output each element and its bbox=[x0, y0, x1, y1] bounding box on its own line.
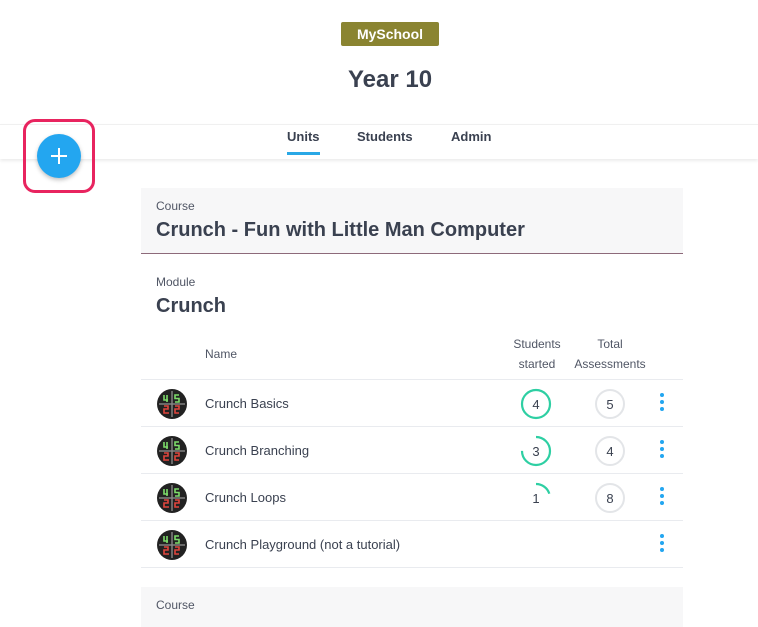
more-options-icon[interactable] bbox=[658, 487, 666, 509]
unit-name[interactable]: Crunch Basics bbox=[205, 396, 289, 411]
column-header-total-assessments-line2: Assessments bbox=[574, 357, 646, 371]
total-assessments-count: 8 bbox=[606, 490, 614, 506]
table-row[interactable]: Crunch Playground (not a tutorial) bbox=[141, 521, 683, 567]
module-label: Module bbox=[156, 275, 196, 289]
students-started-indicator: 3 bbox=[519, 434, 553, 468]
students-started-indicator: 1 bbox=[519, 481, 553, 515]
table-row[interactable]: Crunch Basics 4 5 bbox=[141, 380, 683, 426]
crunch-logo-icon bbox=[157, 436, 187, 466]
total-assessments-indicator: 8 bbox=[593, 481, 627, 515]
crunch-logo-icon bbox=[157, 483, 187, 513]
school-badge: MySchool bbox=[341, 22, 439, 46]
next-course-card: Course bbox=[141, 587, 683, 627]
tab-students[interactable]: Students bbox=[357, 129, 413, 152]
total-assessments-count: 5 bbox=[606, 396, 614, 412]
total-assessments-indicator: 4 bbox=[593, 434, 627, 468]
crunch-logo-icon bbox=[157, 389, 187, 419]
page-title: Year 10 bbox=[347, 66, 433, 93]
unit-name[interactable]: Crunch Branching bbox=[205, 443, 309, 458]
column-header-students-started: Students started bbox=[506, 334, 568, 374]
tab-bar: Units Students Admin bbox=[0, 124, 758, 159]
plus-icon bbox=[51, 148, 67, 164]
students-started-count: 4 bbox=[532, 396, 540, 412]
crunch-logo-icon bbox=[157, 530, 187, 560]
table-row[interactable]: Crunch Loops 1 8 bbox=[141, 474, 683, 520]
total-assessments-count: 4 bbox=[606, 443, 614, 459]
more-options-icon[interactable] bbox=[658, 393, 666, 415]
column-header-name: Name bbox=[205, 347, 238, 361]
module-name: Crunch bbox=[156, 295, 226, 317]
next-course-label: Course bbox=[156, 598, 195, 612]
total-assessments-indicator: 5 bbox=[593, 387, 627, 421]
table-row[interactable]: Crunch Branching 3 4 bbox=[141, 427, 683, 473]
column-header-students-started-line2: started bbox=[518, 357, 556, 371]
row-divider bbox=[141, 567, 683, 568]
column-header-total-assessments: Total Assessments bbox=[571, 334, 649, 374]
unit-name[interactable]: Crunch Playground (not a tutorial) bbox=[205, 537, 400, 552]
tab-admin[interactable]: Admin bbox=[451, 129, 491, 152]
column-header-total-assessments-line1: Total bbox=[597, 337, 623, 351]
course-name[interactable]: Crunch - Fun with Little Man Computer bbox=[156, 219, 525, 242]
more-options-icon[interactable] bbox=[658, 440, 666, 462]
add-unit-button[interactable] bbox=[37, 134, 81, 178]
course-label: Course bbox=[156, 199, 195, 213]
unit-name[interactable]: Crunch Loops bbox=[205, 490, 286, 505]
course-card: Course Crunch - Fun with Little Man Comp… bbox=[141, 188, 683, 254]
students-started-indicator: 4 bbox=[519, 387, 553, 421]
students-started-count: 3 bbox=[532, 443, 540, 459]
column-header-students-started-line1: Students bbox=[513, 337, 561, 351]
more-options-icon[interactable] bbox=[658, 534, 666, 556]
students-started-count: 1 bbox=[532, 490, 540, 506]
tab-units[interactable]: Units bbox=[287, 129, 320, 155]
